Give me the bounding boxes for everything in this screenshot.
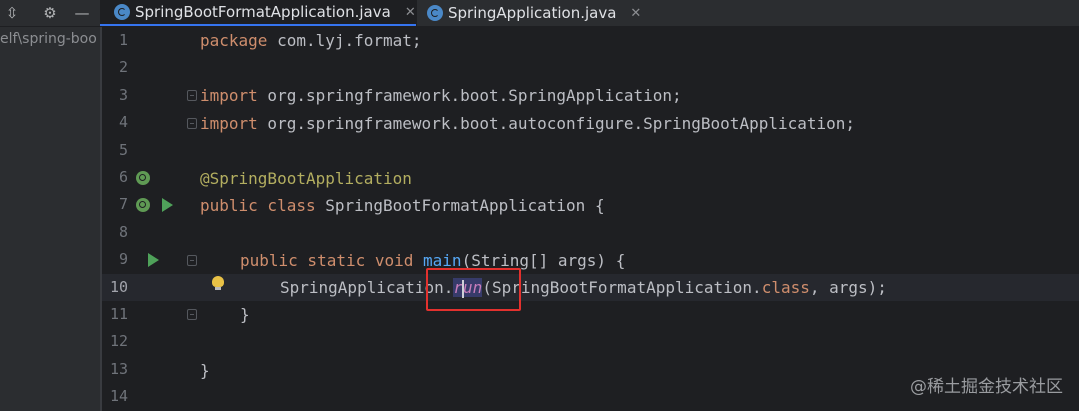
tab-springapplication[interactable]: SpringApplication.java ✕ xyxy=(417,0,643,26)
project-panel[interactable]: elf\spring-boo xyxy=(0,27,100,411)
line-number[interactable]: 13 xyxy=(102,356,128,383)
line-number[interactable]: 5 xyxy=(102,137,128,164)
code-line-1[interactable]: package com.lyj.format; xyxy=(200,27,422,54)
code-line-13[interactable]: } xyxy=(200,357,210,384)
code-line-11[interactable]: } xyxy=(240,301,250,328)
close-icon[interactable]: ✕ xyxy=(405,5,416,20)
fold-icon[interactable] xyxy=(187,90,197,101)
collapse-icon[interactable]: ⇳ xyxy=(2,3,22,23)
watermark: @稀土掘金技术社区 xyxy=(910,377,1063,397)
tab-springbootformatapplication[interactable]: SpringBootFormatApplication.java ✕ xyxy=(100,0,416,26)
line-number[interactable]: 3 xyxy=(102,82,128,109)
code-line-3[interactable]: import org.springframework.boot.SpringAp… xyxy=(200,82,682,109)
spring-bean-icon[interactable] xyxy=(136,198,150,212)
line-number[interactable]: 1 xyxy=(102,27,128,54)
line-number[interactable]: 10 xyxy=(102,274,128,301)
spring-bean-icon[interactable] xyxy=(136,171,150,185)
line-number[interactable]: 14 xyxy=(102,383,128,410)
gear-icon[interactable]: ⚙ xyxy=(40,3,60,23)
fold-icon[interactable] xyxy=(187,118,197,129)
line-number[interactable]: 8 xyxy=(102,219,128,246)
project-path[interactable]: elf\spring-boo xyxy=(0,31,97,47)
line-number[interactable]: 11 xyxy=(102,301,128,328)
java-class-icon xyxy=(427,5,443,21)
fold-icon[interactable] xyxy=(187,255,197,266)
close-icon[interactable]: ✕ xyxy=(630,6,641,21)
code-line-7[interactable]: public class SpringBootFormatApplication… xyxy=(200,192,605,219)
line-number[interactable]: 12 xyxy=(102,328,128,355)
lightbulb-icon[interactable] xyxy=(212,276,224,290)
line-number[interactable]: 2 xyxy=(102,54,128,81)
line-number[interactable]: 7 xyxy=(102,191,128,218)
java-class-icon xyxy=(114,4,130,20)
line-number[interactable]: 6 xyxy=(102,164,128,191)
code-line-10[interactable]: SpringApplication.run(SpringBootFormatAp… xyxy=(280,274,887,301)
tab-label: SpringBootFormatApplication.java xyxy=(135,3,391,21)
fold-icon[interactable] xyxy=(187,309,197,320)
highlight-box xyxy=(426,268,521,311)
line-number[interactable]: 9 xyxy=(102,246,128,273)
line-number[interactable]: 4 xyxy=(102,109,128,136)
minimize-icon[interactable]: — xyxy=(72,3,92,23)
editor-tab-bar: ⇳ ⚙ — SpringBootFormatApplication.java ✕… xyxy=(0,0,1079,27)
code-line-6[interactable]: @SpringBootApplication xyxy=(200,165,412,192)
code-line-4[interactable]: import org.springframework.boot.autoconf… xyxy=(200,110,855,137)
run-icon[interactable] xyxy=(148,253,159,267)
run-icon[interactable] xyxy=(162,198,173,212)
tab-label: SpringApplication.java xyxy=(448,4,617,22)
